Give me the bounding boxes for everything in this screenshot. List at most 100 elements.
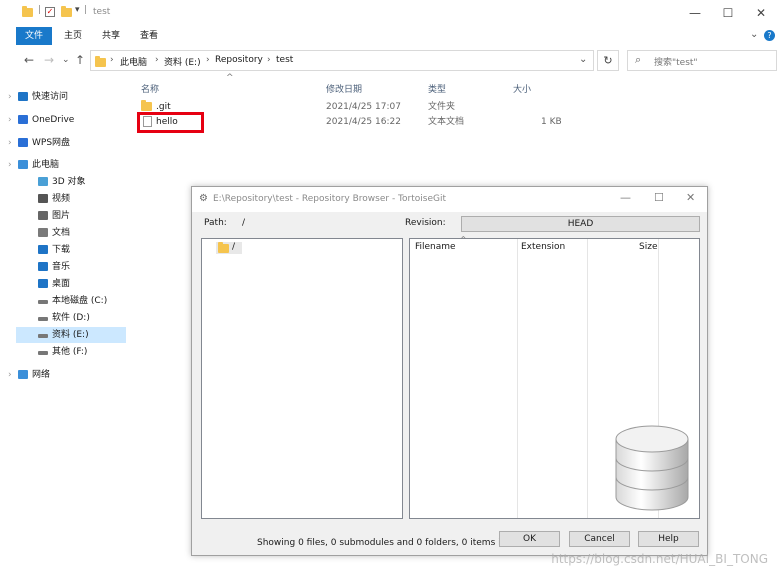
- title-bar: | ✓ ▾ | test — ☐ ✕: [0, 0, 778, 26]
- sidebar-item[interactable]: › 网络: [8, 367, 50, 383]
- sidebar-item-label: 3D 对象: [52, 177, 86, 187]
- sidebar-item[interactable]: 桌面: [26, 276, 70, 292]
- dialog-close-button[interactable]: ✕: [686, 191, 695, 204]
- chevron-right-icon[interactable]: ›: [8, 367, 18, 383]
- sidebar-item-label: 网络: [32, 370, 51, 380]
- recent-chevron-icon[interactable]: ⌄: [62, 55, 70, 65]
- breadcrumb-this-pc[interactable]: 此电脑: [120, 55, 147, 68]
- address-row: ← → ⌄ ↑ › 此电脑 › 资料 (E:) › Repository › t…: [0, 50, 778, 72]
- folder-icon: [218, 242, 229, 253]
- column-name[interactable]: 名称: [141, 82, 159, 95]
- sidebar-item-label: 下载: [52, 245, 71, 255]
- chevron-right-icon[interactable]: ›: [8, 135, 18, 151]
- tree-pane[interactable]: /: [201, 238, 403, 519]
- sidebar-item-label: 视频: [52, 194, 71, 204]
- desktop-icon: [38, 279, 48, 288]
- new-folder-icon[interactable]: [61, 6, 72, 17]
- tab-file[interactable]: 文件: [16, 27, 52, 45]
- file-list-pane[interactable]: ^ Filename Extension Size: [409, 235, 700, 519]
- sidebar-item[interactable]: 音乐: [26, 259, 70, 275]
- sidebar-item[interactable]: 3D 对象: [26, 174, 86, 190]
- sidebar-item-label: WPS网盘: [32, 138, 71, 148]
- sidebar-item[interactable]: › WPS网盘: [8, 135, 70, 151]
- separator: |: [84, 5, 88, 15]
- column-date-modified[interactable]: 修改日期: [326, 82, 362, 95]
- search-box[interactable]: ⌕ 搜索"test": [627, 50, 777, 71]
- sidebar-item[interactable]: 文档: [26, 225, 70, 241]
- sidebar-item[interactable]: 本地磁盘 (C:): [26, 293, 107, 309]
- dialog-minimize-button[interactable]: —: [620, 191, 631, 204]
- sidebar-item[interactable]: 资料 (E:): [26, 327, 89, 343]
- minimize-button[interactable]: —: [680, 6, 710, 20]
- network-icon: [18, 370, 28, 379]
- properties-icon[interactable]: ✓: [45, 7, 55, 17]
- column-type[interactable]: 类型: [428, 82, 446, 95]
- customize-quick-access-icon[interactable]: ▾: [75, 5, 80, 15]
- tab-home[interactable]: 主页: [58, 27, 88, 45]
- column-divider: [587, 239, 588, 518]
- column-size[interactable]: Size: [639, 242, 657, 252]
- file-date: 2021/4/25 16:22: [326, 117, 401, 127]
- sidebar-item[interactable]: 下载: [26, 242, 70, 258]
- music-icon: [38, 262, 48, 271]
- sidebar-item-label: 此电脑: [32, 160, 60, 170]
- ok-button[interactable]: OK: [499, 531, 560, 547]
- chevron-right-icon[interactable]: ›: [8, 157, 18, 173]
- sidebar-item[interactable]: › 快速访问: [8, 89, 68, 105]
- sidebar-item[interactable]: 软件 (D:): [26, 310, 90, 326]
- sort-ascending-icon: ^: [460, 235, 467, 244]
- maximize-button[interactable]: ☐: [713, 6, 743, 20]
- revision-label: Revision:: [405, 218, 446, 228]
- revision-button[interactable]: HEAD: [461, 216, 700, 232]
- search-input[interactable]: 搜索"test": [654, 55, 698, 68]
- sort-ascending-icon: ^: [226, 73, 234, 83]
- highlight-box: [137, 112, 204, 133]
- folder-icon: [22, 6, 33, 17]
- tab-share[interactable]: 共享: [96, 27, 126, 45]
- file-size: 1 KB: [541, 117, 562, 127]
- cloud-icon: [18, 138, 28, 147]
- address-bar[interactable]: › 此电脑 › 资料 (E:) › Repository › test ⌄: [90, 50, 594, 71]
- drive-icon: [38, 334, 48, 338]
- column-filename[interactable]: Filename: [415, 242, 456, 252]
- chevron-right-icon: ›: [267, 55, 271, 65]
- document-icon: [38, 228, 48, 237]
- close-button[interactable]: ✕: [746, 6, 776, 20]
- column-size[interactable]: 大小: [513, 82, 531, 95]
- column-extension[interactable]: Extension: [521, 242, 565, 252]
- chevron-right-icon[interactable]: ›: [8, 112, 18, 128]
- sidebar-item[interactable]: 其他 (F:): [26, 344, 87, 360]
- column-divider: [517, 239, 518, 518]
- window-title: test: [93, 7, 111, 17]
- sidebar-item-label: 资料 (E:): [52, 330, 89, 340]
- sidebar-item[interactable]: 视频: [26, 191, 70, 207]
- cancel-button[interactable]: Cancel: [569, 531, 630, 547]
- sidebar-item[interactable]: › 此电脑: [8, 157, 59, 173]
- forward-arrow-icon[interactable]: →: [44, 53, 54, 67]
- sidebar-item-label: 文档: [52, 228, 71, 238]
- refresh-icon[interactable]: ↻: [597, 50, 619, 71]
- breadcrumb-repository[interactable]: Repository: [215, 55, 263, 65]
- help-button[interactable]: Help: [638, 531, 699, 547]
- back-arrow-icon[interactable]: ←: [24, 53, 34, 67]
- file-date: 2021/4/25 17:07: [326, 102, 401, 112]
- sidebar-item[interactable]: › OneDrive: [8, 112, 74, 128]
- up-arrow-icon[interactable]: ↑: [75, 53, 85, 67]
- drive-icon: [38, 351, 48, 355]
- breadcrumb-drive-e[interactable]: 资料 (E:): [164, 55, 201, 68]
- chevron-right-icon[interactable]: ›: [8, 89, 18, 105]
- cube-icon: [38, 177, 48, 186]
- path-label: Path:: [204, 218, 227, 228]
- dialog-maximize-button[interactable]: ☐: [654, 191, 664, 204]
- sidebar-item-label: 快速访问: [32, 92, 69, 102]
- path-value: /: [242, 218, 246, 228]
- help-icon[interactable]: ?: [764, 30, 775, 41]
- chevron-down-icon[interactable]: ⌄: [750, 29, 758, 40]
- tab-view[interactable]: 查看: [134, 27, 164, 45]
- folder-icon: [141, 100, 152, 111]
- tree-root-label[interactable]: /: [232, 242, 235, 252]
- sidebar-item-label: 音乐: [52, 262, 71, 272]
- sidebar-item[interactable]: 图片: [26, 208, 70, 224]
- chevron-down-icon[interactable]: ⌄: [579, 54, 587, 65]
- breadcrumb-test[interactable]: test: [276, 55, 293, 65]
